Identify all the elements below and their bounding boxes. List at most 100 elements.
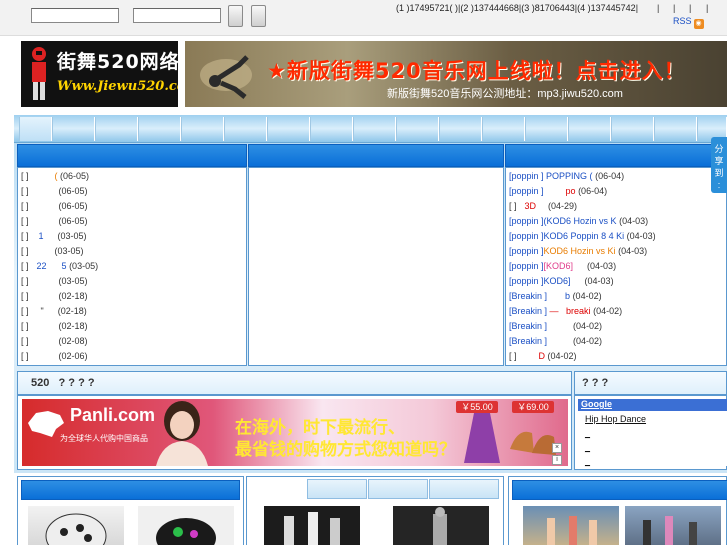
- nav-item[interactable]: [482, 117, 525, 141]
- cap-product-icon: [45, 513, 107, 545]
- left-panel-header: [17, 144, 247, 167]
- banner-subline: 新版街舞520音乐网公测地址：mp3.jiwu520.com: [387, 88, 623, 100]
- video-thumbnail[interactable]: [264, 506, 360, 545]
- rss-label: RSS: [673, 16, 692, 26]
- list-item[interactable]: [ ] 3D (04-29): [509, 201, 577, 211]
- nav-item[interactable]: [611, 117, 654, 141]
- nav-item[interactable]: [52, 117, 95, 141]
- link-item[interactable]: _: [585, 456, 590, 466]
- list-item[interactable]: [ ]( (06-05): [21, 171, 89, 181]
- ad-brand-sub: 为全球华人代购中国商品: [60, 434, 148, 443]
- site-logo[interactable]: 街舞520网络 Www.Jiewu520.coM: [21, 41, 178, 107]
- list-item[interactable]: [ ] (06-05): [21, 201, 88, 211]
- dancers-photo-icon: [284, 512, 340, 545]
- nav-item[interactable]: [525, 117, 568, 141]
- list-item[interactable]: [ ] 22 5 (03-05): [21, 261, 98, 271]
- middle-panel: [248, 167, 504, 366]
- nav-item[interactable]: [310, 117, 353, 141]
- list-item[interactable]: [poppin ][KOD6] (04-03): [509, 261, 616, 271]
- product-thumbnail[interactable]: [138, 506, 234, 545]
- list-item[interactable]: [Breakin ] — breaki (04-02): [509, 306, 622, 316]
- main-nav: [14, 115, 727, 143]
- list-item[interactable]: [ ] 1 (03-05): [21, 231, 87, 241]
- shoes-product-icon: [510, 431, 556, 455]
- share-tab[interactable]: 分 享 到 :: [711, 137, 727, 193]
- ad-info-icon[interactable]: i: [552, 455, 562, 465]
- link-item[interactable]: _: [585, 442, 590, 452]
- bottom-right-panel: [508, 476, 727, 545]
- register-button[interactable]: [251, 5, 266, 27]
- list-item[interactable]: [ ] D (04-02): [509, 351, 577, 361]
- pipe-divider: |: [706, 3, 709, 13]
- hot-section-header: 520 ? ? ? ?: [17, 371, 572, 395]
- hot-section-title: 520 ? ? ? ?: [31, 377, 95, 389]
- video-thumbnail[interactable]: [393, 506, 489, 545]
- list-item[interactable]: [poppin ]KOD6 Poppin 8 4 Ki (04-03): [509, 231, 656, 241]
- pipe-divider: |: [657, 3, 660, 13]
- link-item[interactable]: _: [585, 428, 590, 438]
- list-item[interactable]: [poppin ]KOD6] (04-03): [509, 276, 614, 286]
- right-video-panel: [poppin ] POPPING ( (06-04) [poppin ] po …: [505, 167, 727, 366]
- list-item[interactable]: [ ] (03-05): [21, 276, 88, 286]
- dancer-photo-icon: [433, 507, 447, 545]
- list-item[interactable]: [ ] (02-18): [21, 291, 88, 301]
- right-panel-header: [505, 144, 727, 167]
- list-item[interactable]: [ ] (02-08): [21, 336, 88, 346]
- top-banner[interactable]: ★新版街舞520音乐网上线啦！点击进入！ 新版街舞520音乐网公测地址：mp3.…: [185, 41, 727, 107]
- nav-item[interactable]: [95, 117, 138, 141]
- rss-icon: ◉: [693, 19, 704, 29]
- tab-item[interactable]: [368, 479, 428, 499]
- links-section-header: ? ? ?: [574, 371, 727, 395]
- model-photo-icon: [156, 401, 208, 466]
- logo-title: 街舞520网络: [57, 51, 178, 73]
- nav-item[interactable]: [181, 117, 224, 141]
- list-item[interactable]: [poppin ](KOD6 Hozin vs K (04-03): [509, 216, 648, 226]
- panli-ad-banner[interactable]: Panli.com 为全球华人代购中国商品 在海外，时下最流行、 最省钱的购物方…: [22, 399, 568, 466]
- list-item[interactable]: [ ] (02-06): [21, 351, 88, 361]
- nav-item[interactable]: [568, 117, 611, 141]
- username-input[interactable]: [31, 8, 119, 23]
- google-search-bar[interactable]: Google: [578, 399, 727, 411]
- nav-item[interactable]: [439, 117, 482, 141]
- list-item[interactable]: [ ] (03-05): [21, 246, 84, 256]
- list-item[interactable]: [Breakin ] b (04-02): [509, 291, 602, 301]
- qq-groups-text: (1 )17495721( )|(2 )137444668|(3 )817064…: [396, 3, 639, 13]
- price-tag-1: ￥55.00: [456, 401, 498, 413]
- video-thumbnail[interactable]: [523, 506, 619, 545]
- dance-crowd-photo-icon: [643, 516, 697, 545]
- nav-item[interactable]: [138, 117, 181, 141]
- list-item[interactable]: [Breakin ] (04-02): [509, 321, 602, 331]
- nav-item[interactable]: [396, 117, 439, 141]
- list-item[interactable]: [ ] (06-05): [21, 216, 88, 226]
- ad-close-icon[interactable]: ×: [552, 443, 562, 453]
- rss-link[interactable]: RSS ◉: [673, 16, 704, 29]
- nav-item[interactable]: [19, 117, 52, 141]
- link-item[interactable]: Hip Hop Dance: [585, 414, 646, 424]
- list-item[interactable]: [ ] " (02-18): [21, 306, 87, 316]
- login-button[interactable]: [228, 5, 243, 27]
- list-item[interactable]: [poppin ]KOD6 Hozin vs Ki (04-03): [509, 246, 647, 256]
- group-dance-photo-icon: [547, 516, 597, 545]
- bottom-right-header: [512, 480, 727, 500]
- logo-url: Www.Jiewu520.coM: [57, 79, 178, 94]
- product-thumbnail[interactable]: [28, 506, 124, 545]
- tab-item[interactable]: [429, 479, 499, 499]
- tab-item[interactable]: [307, 479, 367, 499]
- dress-product-icon: [464, 413, 500, 463]
- list-item[interactable]: [ ] (02-18): [21, 321, 88, 331]
- list-item[interactable]: [poppin ] po (06-04): [509, 186, 607, 196]
- cap-product-icon: [156, 518, 216, 545]
- list-item[interactable]: [ ] (06-05): [21, 186, 88, 196]
- list-item[interactable]: [Breakin ] (04-02): [509, 336, 602, 346]
- password-input[interactable]: [133, 8, 221, 23]
- bottom-left-header: [21, 480, 240, 500]
- nav-item[interactable]: [267, 117, 310, 141]
- google-label: Google: [581, 399, 612, 409]
- nav-item[interactable]: [654, 117, 697, 141]
- nav-item[interactable]: [353, 117, 396, 141]
- dancer-figure-icon: [32, 47, 46, 100]
- nav-item[interactable]: [224, 117, 267, 141]
- banner-headline: ★新版街舞520音乐网上线啦！点击进入！: [267, 59, 686, 83]
- video-thumbnail[interactable]: [625, 506, 721, 545]
- list-item[interactable]: [poppin ] POPPING ( (06-04): [509, 171, 624, 181]
